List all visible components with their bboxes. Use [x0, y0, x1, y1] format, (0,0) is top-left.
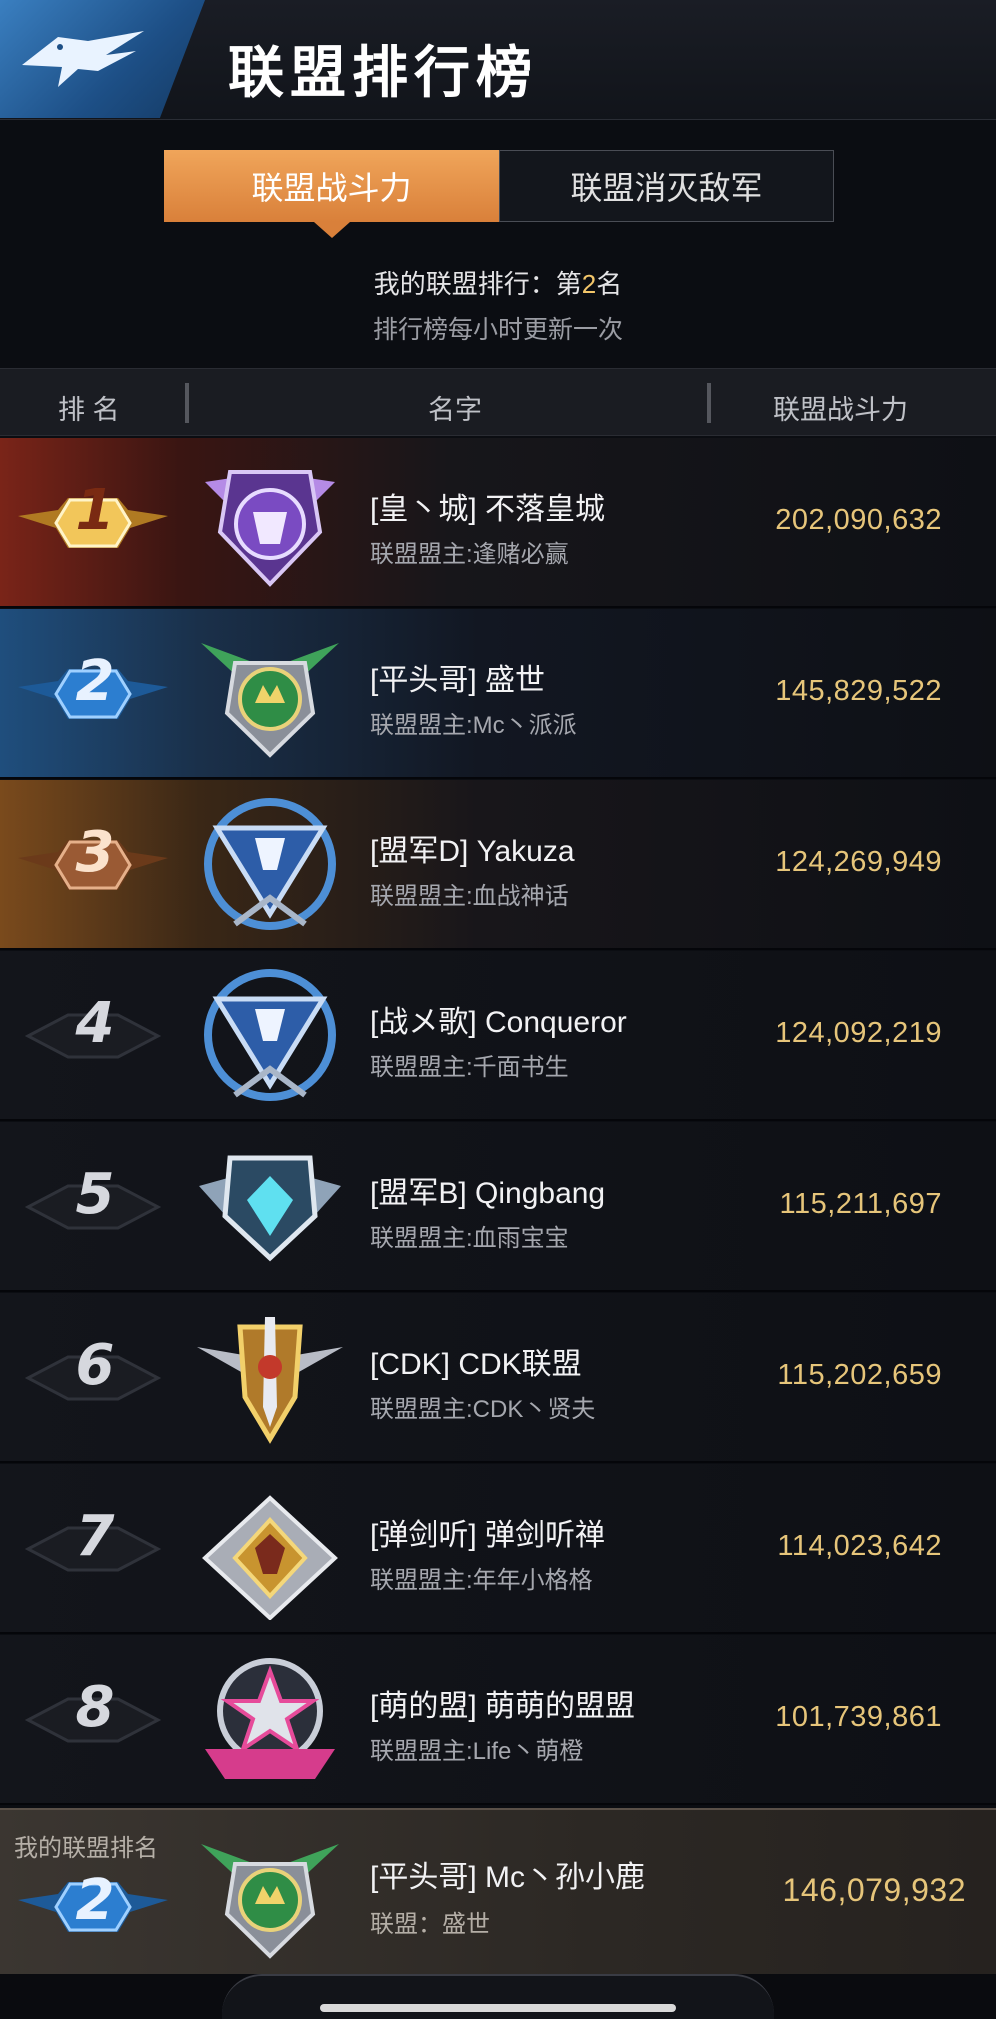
purple-tiger-emblem-icon: [205, 470, 335, 587]
ranking-row[interactable]: 3 [盟军D] Yakuza 联盟盟主:血战神话 124,269,949: [0, 780, 996, 950]
alliance-leader: 联盟盟主:Life丶萌橙: [370, 1738, 584, 1765]
update-note: 排行榜每小时更新一次: [372, 316, 623, 344]
rank-number: 2: [75, 1868, 115, 1933]
alliance-name: [萌的盟] 萌萌的盟盟: [370, 1690, 636, 1723]
column-power: 联盟战斗力: [773, 395, 908, 425]
back-button[interactable]: [0, 0, 205, 118]
alliance-power: 101,739,861: [775, 1701, 942, 1733]
my-alliance-name: [平头哥] Mc丶孙小鹿: [370, 1861, 645, 1894]
alliance-leader: 联盟盟主:血雨宝宝: [370, 1225, 569, 1252]
rank-number: 3: [75, 820, 115, 885]
rank-number: 6: [75, 1333, 115, 1398]
rank-number: 7: [75, 1504, 115, 1569]
green-winged-emblem-icon: [201, 1844, 339, 1959]
blue-eagle-emblem-icon: [204, 969, 336, 1101]
ranking-row[interactable]: 7 [弹剑听] 弹剑听禅 联盟盟主:年年小格格 114,023,642: [0, 1464, 996, 1634]
column-rank: 排 名: [58, 395, 120, 425]
eagle-logo-icon: [22, 31, 144, 87]
gold-sword-emblem-icon: [197, 1317, 343, 1444]
alliance-name: [平头哥] 盛世: [370, 664, 546, 697]
my-rank-prefix: 我的联盟排行：第: [373, 269, 582, 299]
home-indicator[interactable]: [320, 2004, 676, 2012]
page-title: 联盟排行榜: [228, 41, 538, 106]
pink-star-emblem-icon: [205, 1658, 335, 1779]
alliance-leader: 联盟盟主:逢赌必赢: [370, 541, 569, 568]
my-alliance-label: 我的联盟排名: [14, 1835, 158, 1862]
alliance-power: 202,090,632: [775, 504, 942, 536]
tab-alliance-power[interactable]: 联盟战斗力: [164, 150, 499, 238]
wolf-emblem-icon: [202, 1495, 338, 1620]
column-header: 排 名 名字 联盟战斗力: [0, 368, 996, 436]
alliance-name: [盟军D] Yakuza: [370, 835, 575, 868]
column-divider: [707, 383, 711, 423]
my-rank-number: 2: [581, 269, 597, 299]
ranking-row[interactable]: 1 [皇丶城] 不落皇城 联盟盟主:逢赌必赢 202,090,632: [0, 438, 996, 608]
bottom-bar: [0, 1974, 996, 2019]
ranking-row[interactable]: 8 [萌的盟] 萌萌的盟盟 联盟盟主:Life丶萌橙 101,739,861: [0, 1635, 996, 1805]
alliance-leader: 联盟盟主:千面书生: [370, 1054, 569, 1081]
alliance-name: [战メ歌] Conqueror: [370, 1006, 627, 1039]
alliance-name: [弹剑听] 弹剑听禅: [370, 1519, 606, 1552]
column-name: 名字: [428, 395, 482, 425]
column-divider: [185, 383, 189, 423]
ranking-row[interactable]: 5 [盟军B] Qingbang 联盟盟主:血雨宝宝 115,211,697: [0, 1122, 996, 1292]
bottom-frame: [222, 1974, 774, 2019]
cyan-shield-emblem-icon: [199, 1155, 341, 1262]
alliance-leader: 联盟盟主:CDK丶贤夫: [370, 1396, 596, 1423]
my-alliance-group: 联盟：盛世: [370, 1911, 490, 1938]
tab-bar: 联盟战斗力 联盟消灭敌军: [164, 150, 834, 238]
green-winged-emblem-icon: [201, 643, 339, 758]
alliance-power: 124,269,949: [775, 846, 942, 878]
my-alliance-power: 146,079,932: [782, 1872, 966, 1908]
ranking-row[interactable]: 4 [战メ歌] Conqueror 联盟盟主:千面书生 124,092,219: [0, 951, 996, 1121]
alliance-power: 124,092,219: [775, 1017, 942, 1049]
alliance-name: [盟军B] Qingbang: [370, 1177, 606, 1210]
my-rank-summary: 我的联盟排行：第2名: [0, 264, 996, 301]
my-rank-suffix: 名: [596, 269, 623, 299]
blue-eagle-emblem-icon: [204, 798, 336, 930]
alliance-power: 115,202,659: [777, 1359, 942, 1391]
alliance-leader: 联盟盟主:Mc丶派派: [370, 712, 577, 739]
ranking-row[interactable]: 2 [平头哥] 盛世 联盟盟主:Mc丶派派 145,829,522: [0, 609, 996, 779]
alliance-name: [皇丶城] 不落皇城: [370, 493, 606, 526]
ranking-row[interactable]: 6 [CDK] CDK联盟 联盟盟主:CDK丶贤夫 115,202,659: [0, 1293, 996, 1463]
alliance-leader: 联盟盟主:年年小格格: [370, 1567, 593, 1594]
rank-number: 8: [75, 1675, 115, 1740]
header-bar: 联盟排行榜: [0, 0, 996, 120]
alliance-power: 114,023,642: [777, 1530, 942, 1562]
rank-number: 4: [75, 991, 115, 1056]
rank-number: 2: [75, 649, 115, 714]
alliance-leader: 联盟盟主:血战神话: [370, 883, 569, 910]
rank-number: 5: [75, 1162, 115, 1227]
tab-alliance-kills[interactable]: 联盟消灭敌军: [499, 150, 834, 222]
alliance-power: 145,829,522: [775, 675, 942, 707]
my-alliance-bar[interactable]: 我的联盟排名 2 [平头哥] Mc丶孙小鹿 联盟：盛世 146,079,932: [0, 1808, 996, 1974]
alliance-power: 115,211,697: [779, 1188, 942, 1220]
rank-number: 1: [75, 478, 115, 543]
alliance-name: [CDK] CDK联盟: [370, 1348, 582, 1381]
